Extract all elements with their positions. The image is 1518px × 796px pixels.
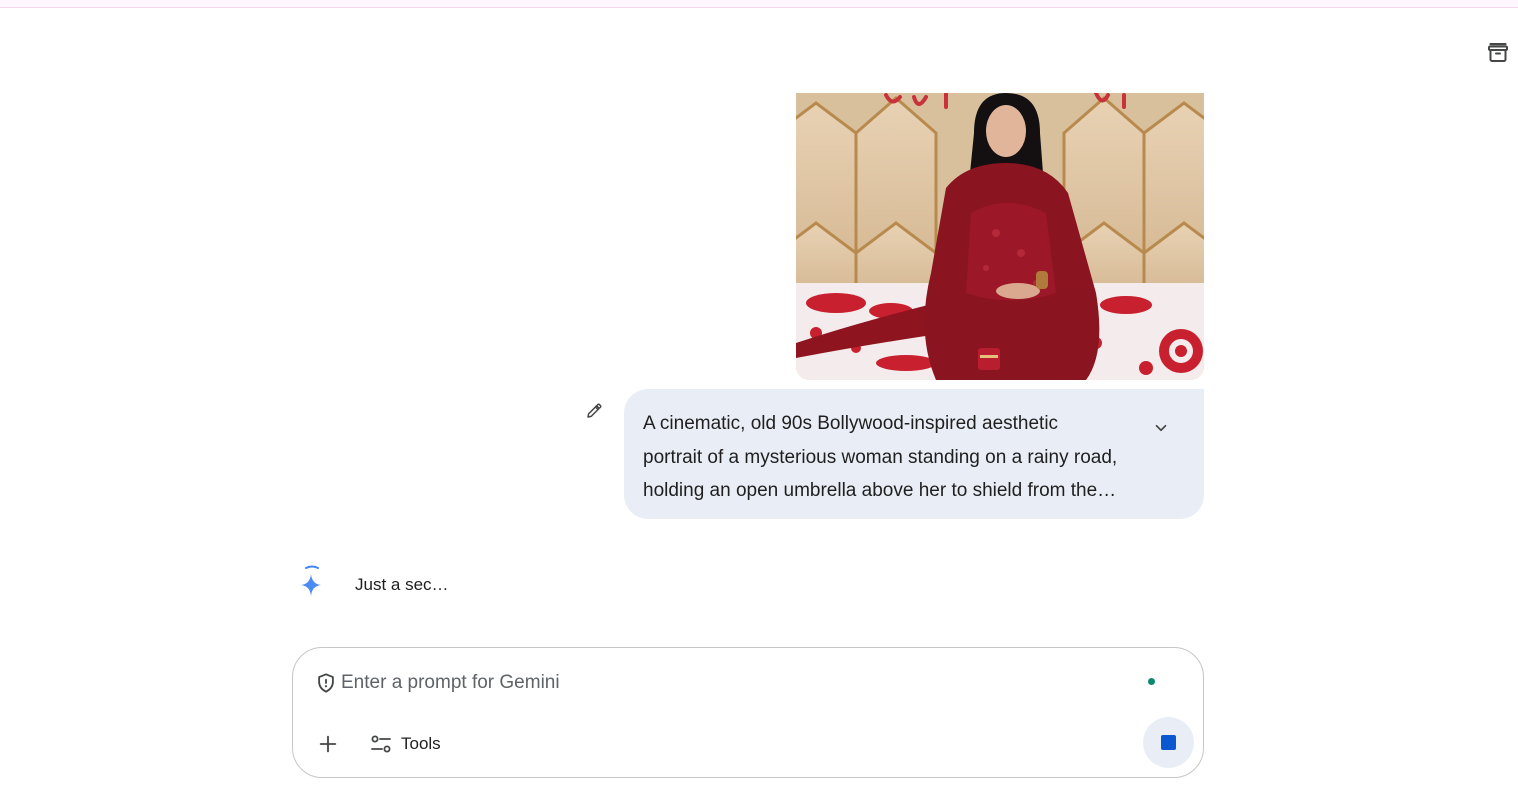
archive-box-icon [1488,43,1508,62]
chevron-down-icon [1155,424,1167,432]
user-prompt-bubble: A cinematic, old 90s Bollywood-inspired … [624,389,1204,519]
expand-prompt-button[interactable] [1148,415,1174,441]
shield-icon [318,673,334,693]
top-banner-strip [0,0,1518,8]
gemini-spark-icon [301,565,321,596]
edit-prompt-button[interactable] [581,398,607,424]
archive-button[interactable] [1484,38,1512,66]
add-attachment-button[interactable] [311,727,345,761]
assistant-status-text: Just a sec… [355,575,449,594]
status-dot [1148,678,1155,685]
assistant-response-row: Just a sec… [296,562,696,606]
tools-button[interactable]: Tools [369,727,441,761]
tools-label: Tools [401,734,441,753]
prompt-composer: Tools [292,647,1204,778]
sliders-icon [371,735,391,753]
stop-icon [1161,735,1176,750]
uploaded-image[interactable] [796,93,1204,380]
plus-icon [319,735,337,753]
prompt-text-line: holding an open umbrella above her to sh… [643,480,1117,501]
stop-generating-button[interactable] [1143,717,1194,768]
pencil-icon [587,403,602,418]
uploaded-photo-illustration [796,93,1204,380]
prompt-text-line: A cinematic, old 90s Bollywood-inspired … [643,413,1059,434]
prompt-text-line: portrait of a mysterious woman standing … [643,446,1118,468]
prompt-input[interactable] [341,668,1121,698]
